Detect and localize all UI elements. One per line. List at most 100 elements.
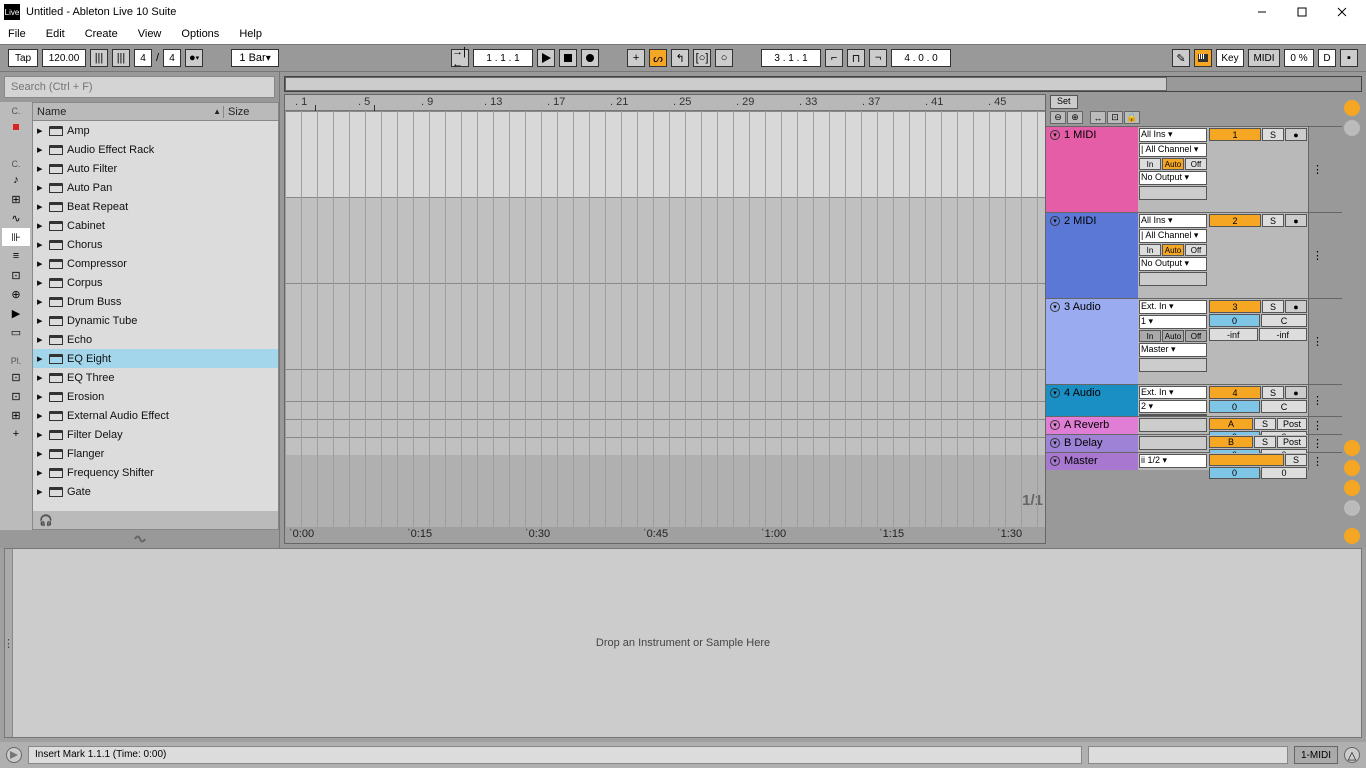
menu-help[interactable]: Help <box>239 28 262 40</box>
overdub-button[interactable]: + <box>627 49 645 67</box>
device-compressor[interactable]: ▸Compressor <box>33 254 278 273</box>
draw-mode-button[interactable]: ✎ <box>1172 49 1190 67</box>
input-type[interactable]: All Ins ▾ <box>1139 128 1207 142</box>
track-header[interactable]: ▾B DelayBSPost00⋮ <box>1046 434 1342 452</box>
device-amp[interactable]: ▸Amp <box>33 121 278 140</box>
device-handle[interactable]: ⋮ <box>5 549 13 737</box>
output-routing[interactable]: Master ▾ <box>1139 343 1207 357</box>
key-map-button[interactable]: Key <box>1216 49 1244 67</box>
fold-icon[interactable]: ▾ <box>1050 302 1060 312</box>
output-channel[interactable] <box>1139 272 1207 286</box>
volume[interactable]: 0 <box>1209 314 1260 327</box>
io-section-toggle[interactable] <box>1344 440 1360 456</box>
expand-icon[interactable]: ▸ <box>37 409 45 422</box>
expand-icon[interactable]: ▸ <box>37 238 45 251</box>
record-button[interactable] <box>581 49 599 67</box>
session-record-button[interactable]: ○ <box>715 49 733 67</box>
fwd-button[interactable]: ⊕ <box>1067 111 1083 124</box>
back-button[interactable]: ⊖ <box>1050 111 1066 124</box>
device-chorus[interactable]: ▸Chorus <box>33 235 278 254</box>
grid-row[interactable] <box>285 283 1045 369</box>
track-header[interactable]: ▾2 MIDIAll Ins ▾| All Channel ▾InAutoOff… <box>1046 212 1342 298</box>
time-sig-num[interactable]: 4 <box>134 49 152 67</box>
expand-icon[interactable]: ▸ <box>37 371 45 384</box>
groove-pool-toggle[interactable] <box>0 530 279 548</box>
add-folder-tab[interactable]: + <box>2 425 30 443</box>
track-activator[interactable]: A <box>1209 418 1253 430</box>
session-arrange-toggle[interactable] <box>1344 100 1360 116</box>
monitor-in[interactable]: In <box>1139 158 1161 170</box>
size-column[interactable]: Size <box>223 106 278 118</box>
mixer-toggle[interactable] <box>1344 480 1360 496</box>
expand-icon[interactable]: ▸ <box>37 485 45 498</box>
track-activator[interactable]: 2 <box>1209 214 1261 227</box>
volume[interactable]: 0 <box>1209 467 1260 479</box>
expand-icon[interactable]: ▸ <box>37 352 45 365</box>
name-column[interactable]: Name <box>37 106 213 118</box>
expand-icon[interactable]: ▸ <box>37 124 45 137</box>
track-header[interactable]: ▾4 AudioExt. In ▾2 ▾4S●0C⋮ <box>1046 384 1342 416</box>
output-routing[interactable]: No Output ▾ <box>1139 257 1207 271</box>
input-type[interactable]: Ext. In ▾ <box>1139 386 1207 399</box>
volume[interactable]: 0 <box>1209 400 1260 413</box>
device-external-audio-effect[interactable]: ▸External Audio Effect <box>33 406 278 425</box>
max-tab[interactable]: ⊡ <box>2 266 30 284</box>
loop-switch[interactable]: ⊓ <box>847 49 865 67</box>
status-play-icon[interactable] <box>6 747 22 763</box>
crossfade-toggle[interactable] <box>1344 500 1360 516</box>
pan[interactable]: C <box>1261 314 1307 327</box>
monitor-auto[interactable]: Auto <box>1162 244 1184 256</box>
clips-tab[interactable]: ▶ <box>2 304 30 322</box>
expand-icon[interactable]: ▸ <box>37 428 45 441</box>
output-routing[interactable]: No Output ▾ <box>1139 171 1207 185</box>
menu-create[interactable]: Create <box>85 28 118 40</box>
input-type[interactable]: Ext. In ▾ <box>1139 300 1207 314</box>
fold-icon[interactable]: ▾ <box>1050 216 1060 226</box>
device-drop-area[interactable]: ⋮ Drop an Instrument or Sample Here <box>4 548 1362 738</box>
menu-view[interactable]: View <box>138 28 162 40</box>
close-button[interactable] <box>1322 0 1362 24</box>
solo-button[interactable]: S <box>1262 214 1284 227</box>
expand-icon[interactable]: ▸ <box>37 466 45 479</box>
track-header[interactable]: ▾3 AudioExt. In ▾1 ▾InAutoOffMaster ▾3S●… <box>1046 298 1342 384</box>
device-eq-three[interactable]: ▸EQ Three <box>33 368 278 387</box>
collections-red-tab[interactable] <box>2 118 30 136</box>
fold-icon[interactable]: ▾ <box>1050 388 1060 398</box>
track-header[interactable]: ▾Masterii 1/2 ▾S00⋮ <box>1046 452 1342 470</box>
headphones-icon[interactable]: 🎧 <box>39 514 53 527</box>
monitor-in[interactable]: In <box>1139 330 1161 342</box>
monitor-in[interactable]: In <box>1139 244 1161 256</box>
track-activator[interactable]: 1 <box>1209 128 1261 141</box>
monitor-off[interactable]: Off <box>1185 158 1207 170</box>
expand-icon[interactable]: ▸ <box>37 295 45 308</box>
arm-button[interactable]: ● <box>1285 300 1307 313</box>
capture-button[interactable]: [○] <box>693 49 711 67</box>
monitor-off[interactable]: Off <box>1185 244 1207 256</box>
device-auto-filter[interactable]: ▸Auto Filter <box>33 159 278 178</box>
time-sig-den[interactable]: 4 <box>163 49 181 67</box>
menu-file[interactable]: File <box>8 28 26 40</box>
io-slot[interactable] <box>1139 418 1207 432</box>
punch-in-button[interactable]: ⌐ <box>825 49 843 67</box>
set-button[interactable]: Set <box>1050 95 1078 109</box>
solo-button[interactable]: S <box>1254 436 1276 448</box>
output-channel[interactable] <box>1139 414 1207 416</box>
arrange-position[interactable]: 1 . 1 . 1 <box>473 49 533 67</box>
device-echo[interactable]: ▸Echo <box>33 330 278 349</box>
drums-tab[interactable]: ⊞ <box>2 190 30 208</box>
offset-button[interactable]: ↔ <box>1090 111 1106 124</box>
device-auto-pan[interactable]: ▸Auto Pan <box>33 178 278 197</box>
expand-icon[interactable]: ▸ <box>37 200 45 213</box>
sounds-tab[interactable]: ♪ <box>2 171 30 189</box>
punch-out-button[interactable]: ¬ <box>869 49 887 67</box>
lock-button[interactable]: 🔒 <box>1124 111 1140 124</box>
grid-row[interactable] <box>285 369 1045 401</box>
expand-icon[interactable]: ▸ <box>37 162 45 175</box>
automation-arm-button[interactable]: ᔕ <box>649 49 667 67</box>
track-header[interactable]: ▾1 MIDIAll Ins ▾| All Channel ▾InAutoOff… <box>1046 126 1342 212</box>
pan[interactable]: C <box>1261 400 1307 413</box>
device-corpus[interactable]: ▸Corpus <box>33 273 278 292</box>
device-drum-buss[interactable]: ▸Drum Buss <box>33 292 278 311</box>
expand-icon[interactable]: ▸ <box>37 257 45 270</box>
tempo-field[interactable]: 120.00 <box>42 49 86 67</box>
